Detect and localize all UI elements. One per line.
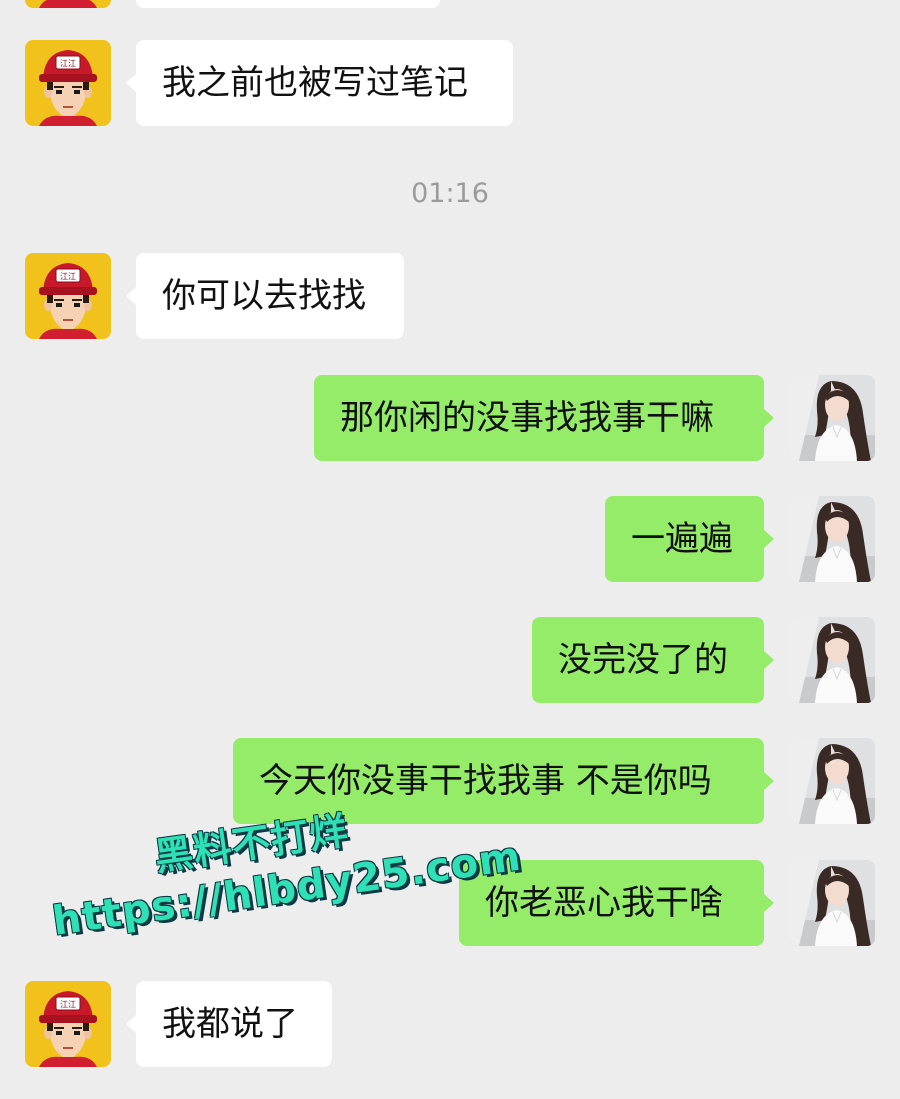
message-row <box>0 0 900 8</box>
avatar[interactable] <box>789 375 875 461</box>
message-row: 那你闲的没事找我事干嘛 <box>0 375 900 461</box>
avatar[interactable] <box>25 0 111 8</box>
message-bubble[interactable]: 我之前也被写过笔记 <box>126 40 513 126</box>
message-bubble[interactable]: 一遍遍 <box>605 496 774 582</box>
avatar[interactable]: 江江 <box>25 253 111 339</box>
cartoon-boy-avatar-icon: 江江 <box>25 40 111 126</box>
message-bubble[interactable]: 你可以去找找 <box>126 253 404 339</box>
cartoon-boy-avatar-icon <box>25 0 111 8</box>
message-row: 江江 你可以去找找 <box>0 253 900 339</box>
message-row: 江江 我都说了 <box>0 981 900 1067</box>
avatar[interactable] <box>789 860 875 946</box>
cartoon-boy-avatar-icon: 江江 <box>25 253 111 339</box>
user-photo-avatar-icon <box>789 496 875 582</box>
message-row: 江江 我之前也被写过笔记 <box>0 40 900 126</box>
message-bubble[interactable]: 那你闲的没事找我事干嘛 <box>314 375 774 461</box>
avatar[interactable] <box>789 496 875 582</box>
avatar[interactable]: 江江 <box>25 981 111 1067</box>
avatar[interactable] <box>789 738 875 824</box>
avatar[interactable]: 江江 <box>25 40 111 126</box>
user-photo-avatar-icon <box>789 738 875 824</box>
user-photo-avatar-icon <box>789 617 875 703</box>
message-bubble[interactable]: 今天你没事干找我事 不是你吗 <box>233 738 774 824</box>
timestamp: 01:16 <box>411 178 489 209</box>
message-row: 一遍遍 <box>0 496 900 582</box>
cartoon-boy-avatar-icon: 江江 <box>25 981 111 1067</box>
chat-window: 江江 我之前也被写过笔记 01:16 江江 你可以去找找 那你闲的没事找我事干嘛… <box>0 0 900 1099</box>
message-bubble[interactable]: 你老恶心我干啥 <box>459 860 774 946</box>
avatar-badge-text: 江江 <box>60 59 76 68</box>
user-photo-avatar-icon <box>789 860 875 946</box>
message-bubble[interactable]: 没完没了的 <box>532 617 774 703</box>
message-bubble[interactable]: 我都说了 <box>126 981 332 1067</box>
avatar[interactable] <box>789 617 875 703</box>
avatar-badge-text: 江江 <box>60 1000 76 1009</box>
message-row: 今天你没事干找我事 不是你吗 <box>0 738 900 824</box>
message-row: 没完没了的 <box>0 617 900 703</box>
message-row: 你老恶心我干啥 <box>0 860 900 946</box>
message-bubble[interactable] <box>136 0 440 8</box>
avatar-badge-text: 江江 <box>60 272 76 281</box>
user-photo-avatar-icon <box>789 375 875 461</box>
